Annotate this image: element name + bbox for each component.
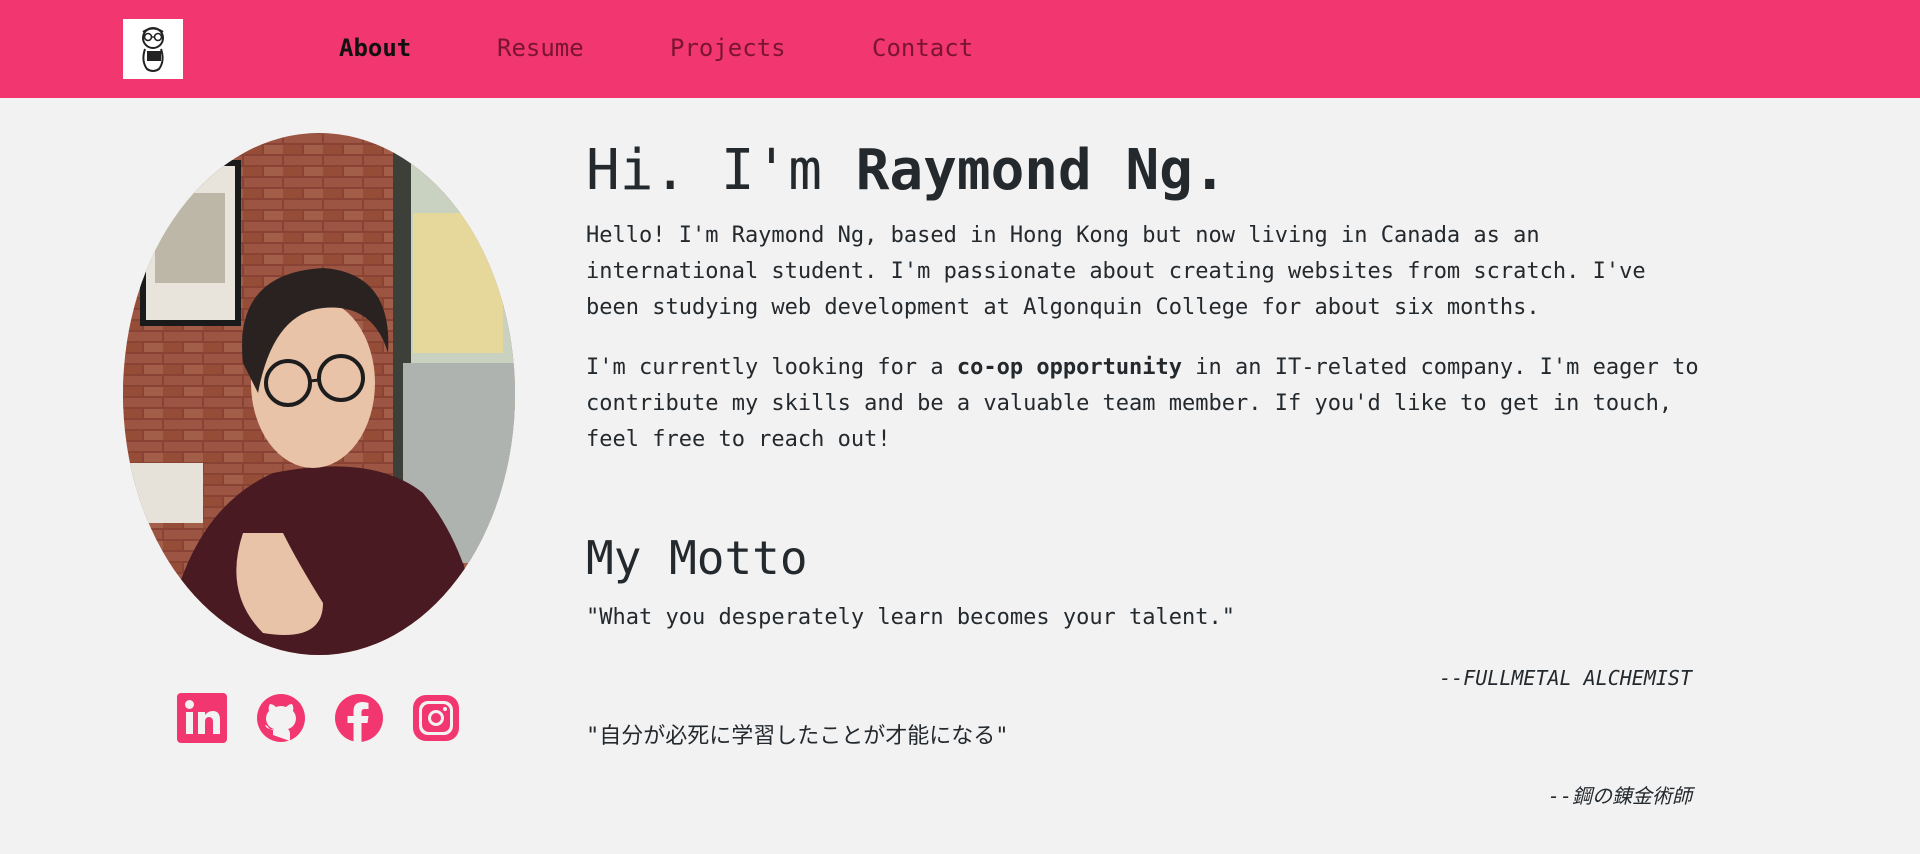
- nav-about[interactable]: About: [339, 32, 411, 64]
- site-logo[interactable]: [123, 19, 183, 79]
- intro-paragraph: Hello! I'm Raymond Ng, based in Hong Kon…: [586, 223, 1646, 320]
- motto-quote-en: "What you desperately learn becomes your…: [586, 605, 1236, 630]
- coop-text-before: I'm currently looking for a: [586, 355, 957, 380]
- motto-attribution-jp: --鋼の錬金術師: [1547, 784, 1692, 808]
- avatar-logo-icon: [142, 27, 164, 72]
- coop-paragraph: I'm currently looking for a co-op opport…: [586, 350, 1706, 458]
- nav-resume[interactable]: Resume: [497, 32, 584, 64]
- profile-photo: [123, 133, 515, 655]
- facebook-icon[interactable]: [334, 693, 384, 743]
- title-prefix: Hi. I'm: [586, 138, 856, 203]
- nav-contact[interactable]: Contact: [872, 32, 973, 64]
- title-name: Raymond Ng.: [855, 138, 1227, 203]
- motto-heading: My Motto: [586, 531, 808, 585]
- top-navbar: About Resume Projects Contact: [0, 0, 1920, 98]
- github-icon[interactable]: [256, 693, 306, 743]
- instagram-icon[interactable]: [411, 693, 461, 743]
- motto-quote-jp: "自分が必死に学習したことが才能になる": [586, 724, 1009, 749]
- page-title: Hi. I'm Raymond Ng.: [586, 138, 1227, 204]
- coop-highlight: co-op opportunity: [956, 355, 1183, 380]
- nav-projects[interactable]: Projects: [670, 32, 786, 64]
- linkedin-icon[interactable]: [177, 693, 227, 743]
- motto-attribution-en: --FULLMETAL ALCHEMIST: [1439, 666, 1692, 690]
